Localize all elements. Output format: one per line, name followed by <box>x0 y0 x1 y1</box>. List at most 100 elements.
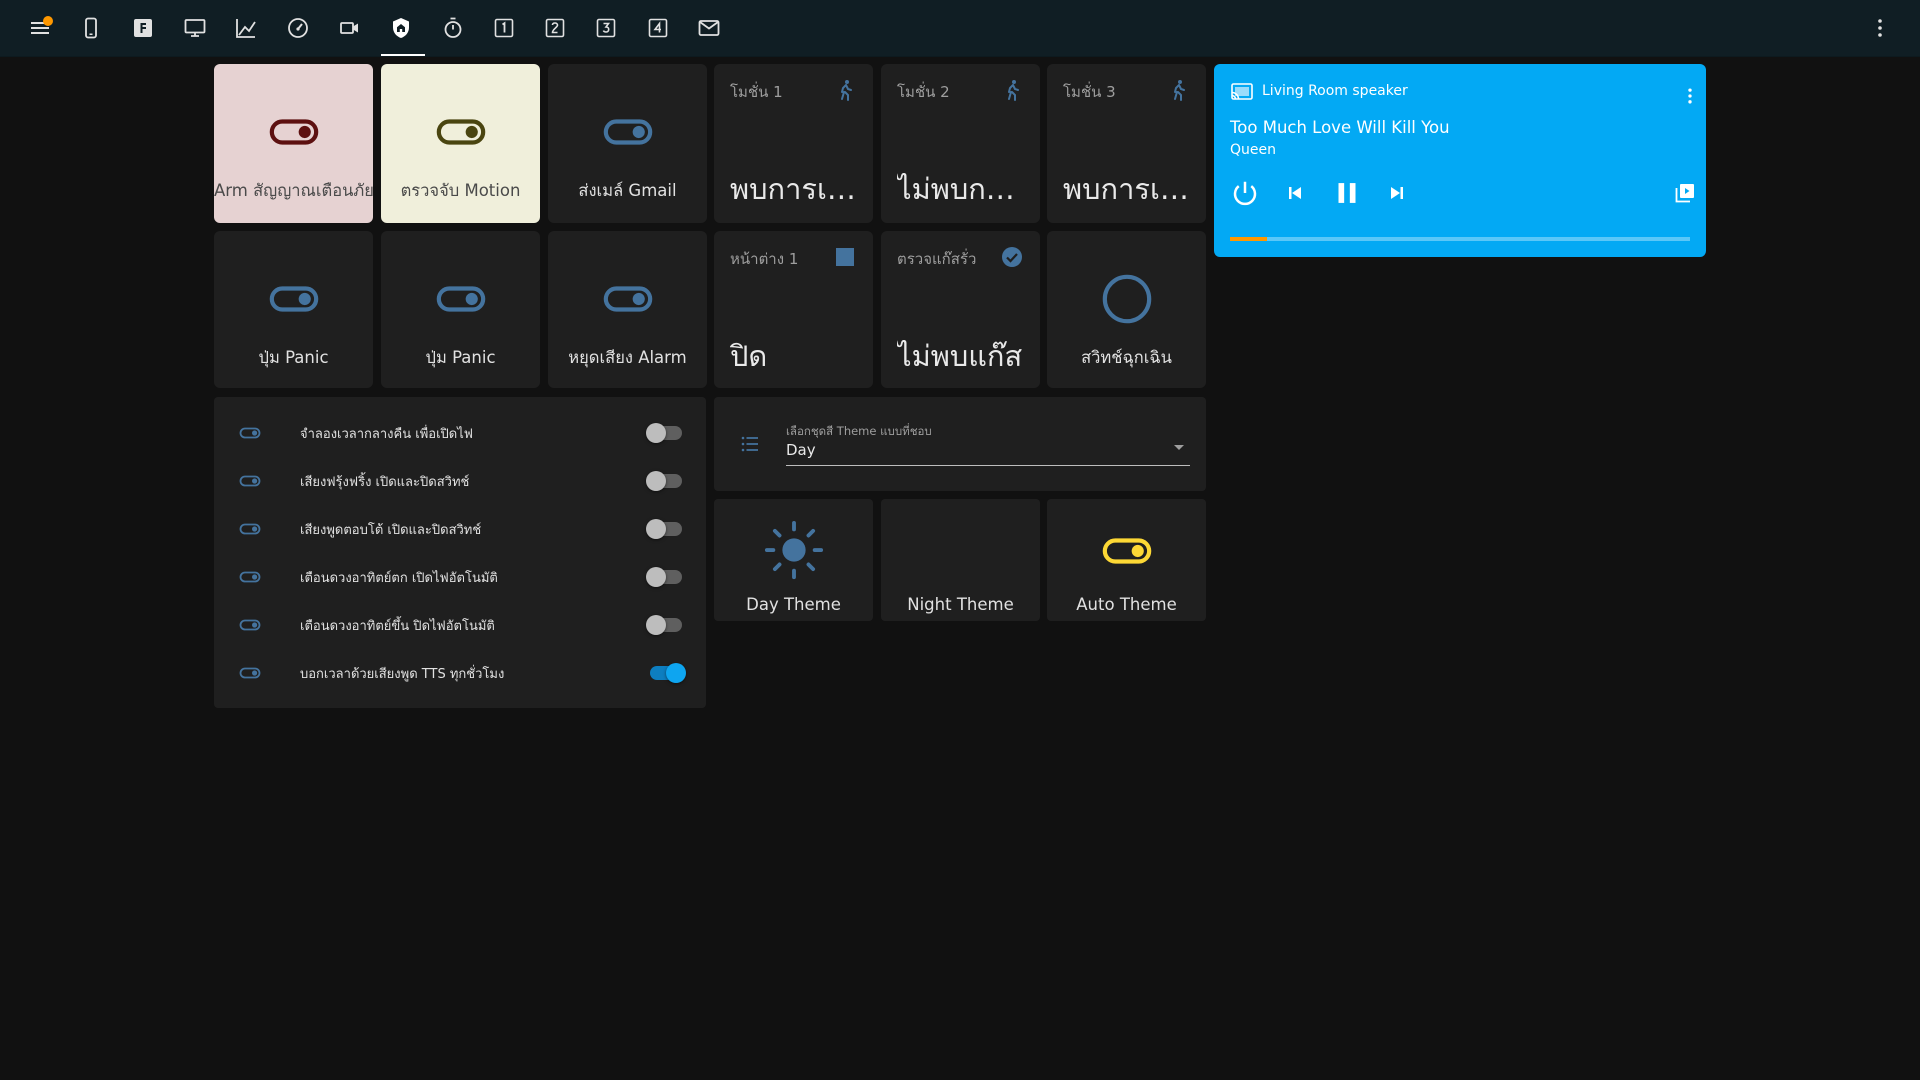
speedometer-icon[interactable] <box>282 12 314 44</box>
window-sensor-card[interactable]: หน้าต่าง 1 ปิด <box>714 231 873 388</box>
toggle-on-icon <box>436 286 485 312</box>
circle-outline-icon <box>1102 274 1151 324</box>
stop-alarm-button[interactable]: หยุดเสียง Alarm <box>548 231 707 388</box>
notification-badge <box>43 16 53 26</box>
moon-icon <box>952 525 978 575</box>
toggle-switch[interactable] <box>646 471 686 491</box>
media-progress-bar[interactable] <box>1230 237 1690 241</box>
power-icon[interactable] <box>1228 176 1262 210</box>
toggle-row: เตือนดวงอาทิตย์ขึ้น ปิดไฟอัตโนมัติ <box>238 605 686 645</box>
skip-previous-icon[interactable] <box>1280 178 1310 208</box>
numeric-3-box-icon[interactable] <box>590 12 622 44</box>
media-progress-fill <box>1230 237 1267 241</box>
button-label: Arm สัญญาณเตือนภัย <box>214 181 373 200</box>
toggle-label: เสียงพูดตอบโต้ เปิดและปิดสวิทช์ <box>300 523 482 538</box>
button-label: ปุ่ม Panic <box>258 348 329 367</box>
panic-button-2[interactable]: ปุ่ม Panic <box>381 231 540 388</box>
toggle-row: เสียงฟรุ้งฟริ้ง เปิดและปิดสวิทช์ <box>238 461 686 501</box>
motion-sensor-3-card[interactable]: โมชั่น 3 พบการเค... <box>1047 64 1206 223</box>
toggle-switch-icon <box>239 667 261 679</box>
toggle-switch[interactable] <box>646 663 686 683</box>
entity-name: โมชั่น 3 <box>1063 83 1116 101</box>
toggle-switch[interactable] <box>646 615 686 635</box>
pause-icon[interactable] <box>1328 174 1366 212</box>
toggle-row: เตือนดวงอาทิตย์ตก เปิดไฟอัตโนมัติ <box>238 557 686 597</box>
video-camera-icon[interactable] <box>334 12 366 44</box>
email-icon[interactable] <box>693 12 725 44</box>
panic-button-1[interactable]: ปุ่ม Panic <box>214 231 373 388</box>
toggle-switch-icon <box>239 619 261 631</box>
sun-icon <box>764 520 823 580</box>
button-label: ส่งเมล์ Gmail <box>578 181 677 200</box>
arm-alarm-button[interactable]: Arm สัญญาณเตือนภัย <box>214 64 373 223</box>
button-label: Auto Theme <box>1076 595 1177 614</box>
media-title: Too Much Love Will Kill You <box>1230 118 1450 137</box>
toggle-switch-icon <box>239 475 261 487</box>
toggle-switch[interactable] <box>646 567 686 587</box>
entity-name: หน้าต่าง 1 <box>730 250 799 268</box>
toggle-on-icon <box>603 286 652 312</box>
toggle-label: บอกเวลาด้วยเสียงพูด TTS ทุกชั่วโมง <box>300 667 505 682</box>
toggle-label: จำลองเวลากลางคืน เพื่อเปิดไฟ <box>300 427 473 442</box>
entity-state: ไม่พบการ... <box>897 172 1030 206</box>
toggle-on-icon <box>603 119 652 145</box>
cast-connected-icon <box>1231 83 1253 100</box>
chart-line-icon[interactable] <box>230 12 262 44</box>
toggle-on-icon <box>1102 538 1151 564</box>
toggle-switch-icon <box>239 523 261 535</box>
dropdown-arrow-icon[interactable] <box>1174 445 1184 450</box>
motion-sensor-2-card[interactable]: โมชั่น 2 ไม่พบการ... <box>881 64 1040 223</box>
select-label: เลือกชุดสี Theme แบบที่ชอบ <box>786 424 932 438</box>
toggle-label: เสียงฟรุ้งฟริ้ง เปิดและปิดสวิทช์ <box>300 475 470 490</box>
toggle-label: เตือนดวงอาทิตย์ขึ้น ปิดไฟอัตโนมัติ <box>300 619 495 634</box>
toggle-on-icon <box>269 286 318 312</box>
toggle-on-icon <box>269 119 318 145</box>
toggle-row: เสียงพูดตอบโต้ เปิดและปิดสวิทช์ <box>238 509 686 549</box>
entity-state: ปิด <box>730 339 768 373</box>
motion-sensor-1-card[interactable]: โมชั่น 1 พบการเค... <box>714 64 873 223</box>
media-player-card: Living Room speaker Too Much Love Will K… <box>1214 64 1706 257</box>
toggle-label: เตือนดวงอาทิตย์ตก เปิดไฟอัตโนมัติ <box>300 571 498 586</box>
toggle-on-icon <box>436 119 485 145</box>
shield-home-icon[interactable] <box>385 12 417 44</box>
toggle-row: จำลองเวลากลางคืน เพื่อเปิดไฟ <box>238 413 686 453</box>
active-tab-indicator <box>381 54 425 56</box>
automation-toggles-card: จำลองเวลากลางคืน เพื่อเปิดไฟ เสียงฟรุ้งฟ… <box>214 397 706 708</box>
motion-detect-button[interactable]: ตรวจจับ Motion <box>381 64 540 223</box>
media-library-icon[interactable] <box>1670 178 1700 208</box>
more-vert-icon[interactable] <box>1864 12 1896 44</box>
cellphone-icon[interactable] <box>75 12 107 44</box>
square-icon <box>836 248 854 266</box>
monitor-icon[interactable] <box>179 12 211 44</box>
gas-sensor-card[interactable]: ตรวจแก๊สรั่ว ไม่พบแก๊ส <box>881 231 1040 388</box>
timer-icon[interactable] <box>437 12 469 44</box>
toggle-switch[interactable] <box>646 519 686 539</box>
numeric-1-box-icon[interactable] <box>488 12 520 44</box>
night-theme-button[interactable]: Night Theme <box>881 499 1040 621</box>
top-toolbar <box>0 0 1920 57</box>
entity-name: ตรวจแก๊สรั่ว <box>897 250 977 268</box>
skip-next-icon[interactable] <box>1382 178 1412 208</box>
auto-theme-button[interactable]: Auto Theme <box>1047 499 1206 621</box>
toggle-switch[interactable] <box>646 423 686 443</box>
theme-select-card: เลือกชุดสี Theme แบบที่ชอบ Day <box>714 397 1206 491</box>
toggle-switch-icon <box>239 427 261 439</box>
numeric-4-box-icon[interactable] <box>642 12 674 44</box>
emergency-switch-button[interactable]: สวิทช์ฉุกเฉิน <box>1047 231 1206 388</box>
button-label: Night Theme <box>907 595 1014 614</box>
toggle-row: บอกเวลาด้วยเสียงพูด TTS ทุกชั่วโมง <box>238 653 686 693</box>
button-label: ตรวจจับ Motion <box>400 181 521 200</box>
button-label: หยุดเสียง Alarm <box>568 348 687 367</box>
toggle-switch-icon <box>239 571 261 583</box>
walk-icon <box>841 80 852 101</box>
entity-state: ไม่พบแก๊ส <box>897 339 1023 373</box>
format-list-bulleted-icon <box>741 436 758 452</box>
entity-name: โมชั่น 1 <box>730 83 783 101</box>
gmail-button[interactable]: ส่งเมล์ Gmail <box>548 64 707 223</box>
more-vert-icon[interactable] <box>1680 84 1700 108</box>
numeric-2-box-icon[interactable] <box>539 12 571 44</box>
theme-select-value[interactable]: Day <box>786 441 816 459</box>
day-theme-button[interactable]: Day Theme <box>714 499 873 621</box>
entity-state: พบการเค... <box>1063 172 1196 206</box>
f-box-icon[interactable] <box>127 12 159 44</box>
